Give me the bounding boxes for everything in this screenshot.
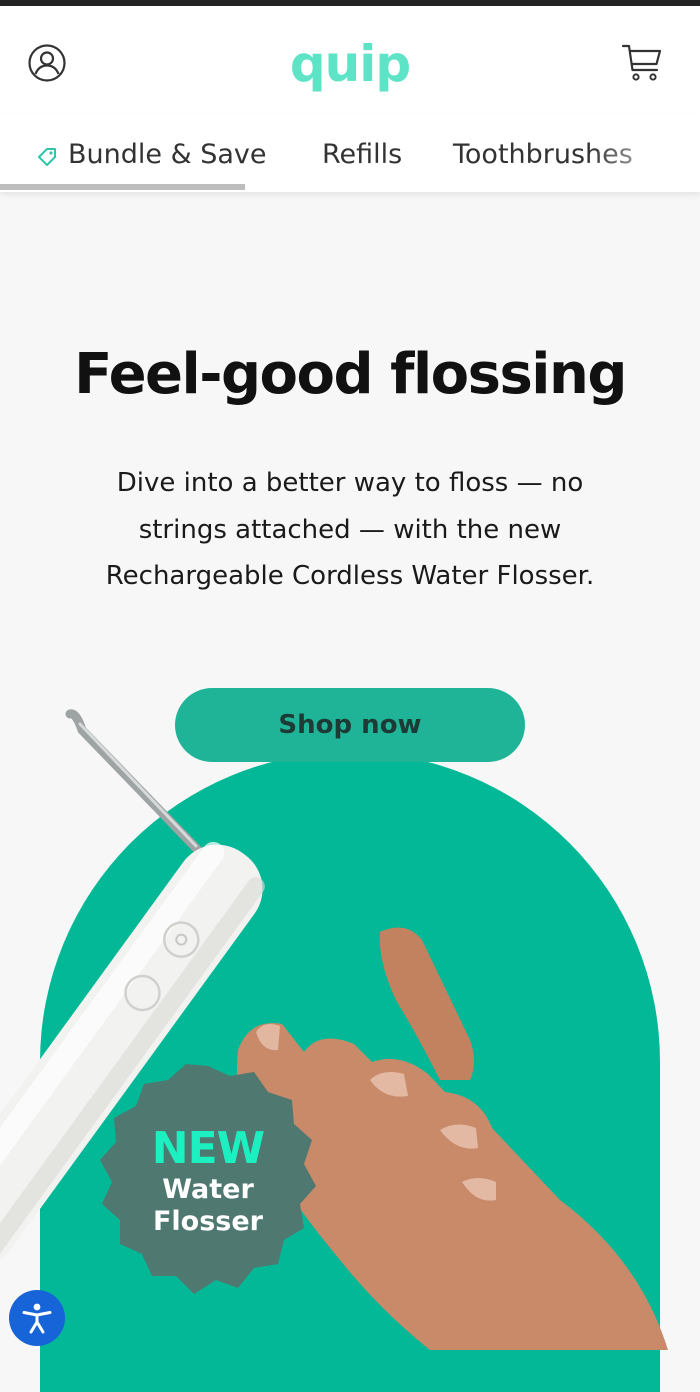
- nav-item-label: Bundle & Save: [68, 138, 267, 170]
- user-circle-icon: [28, 44, 66, 82]
- badge-line-1: Water: [162, 1173, 254, 1205]
- category-nav: Bundle & Save Refills Toothbrushes: [0, 114, 700, 192]
- badge-new-label: NEW: [151, 1123, 265, 1175]
- tag-icon: [38, 148, 56, 166]
- account-button[interactable]: [24, 40, 70, 86]
- cart-button[interactable]: [618, 38, 666, 86]
- quip-logo[interactable]: quip: [289, 32, 411, 96]
- site-header: quip: [0, 6, 700, 114]
- nav-item-refills[interactable]: Refills: [322, 134, 402, 174]
- nav-item-label: Toothbrushes: [453, 138, 633, 170]
- new-badge: NEW Water Flosser: [90, 1062, 326, 1302]
- active-tab-indicator: [0, 184, 245, 190]
- accessibility-icon: [22, 1303, 52, 1334]
- hero-subtitle: Dive into a better way to floss — no str…: [105, 468, 595, 591]
- nav-item-bundle-save[interactable]: Bundle & Save: [36, 134, 267, 174]
- nav-item-label: Refills: [322, 138, 403, 170]
- shop-now-button[interactable]: Shop now: [175, 688, 525, 762]
- badge-line-2: Flosser: [152, 1206, 264, 1238]
- shopping-cart-icon: [621, 44, 662, 81]
- logo-text: quip: [289, 35, 411, 93]
- nav-item-toothbrushes[interactable]: Toothbrushes: [453, 134, 633, 174]
- hero-title: Feel-good flossing: [74, 342, 627, 407]
- accessibility-button[interactable]: [9, 1290, 65, 1346]
